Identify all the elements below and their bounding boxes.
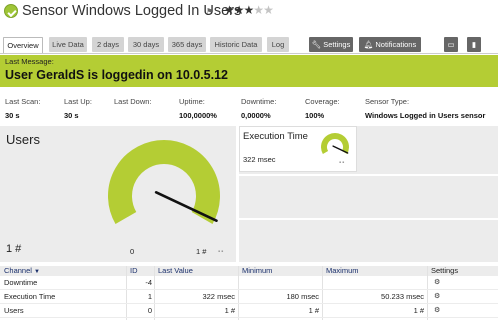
users-gauge-tools[interactable]: ▪▪	[218, 249, 224, 255]
exec-gauge-tools[interactable]: ▪▪	[339, 160, 345, 166]
stat-value: 100%	[305, 111, 325, 120]
cell-last-value: 1 #	[224, 306, 235, 315]
users-gauge-min: 0	[130, 247, 135, 256]
settings-button[interactable]: 🔧︎ Settings	[309, 37, 353, 52]
cell-last-value: 322 msec	[202, 292, 235, 301]
users-gauge-value: 1 #	[6, 243, 22, 255]
star-icon[interactable]: ★	[244, 3, 255, 17]
stat-label: Last Down:	[114, 97, 152, 106]
stat-label: Last Scan:	[5, 97, 41, 106]
exec-time-title: Execution Time	[243, 131, 308, 142]
tab-log[interactable]: Log	[267, 37, 289, 52]
empty-panel-2	[239, 220, 498, 262]
cell-channel[interactable]: Users	[4, 304, 24, 318]
stat-coverage: Coverage: 100%	[305, 97, 340, 120]
tab-30-days[interactable]: 30 days	[128, 37, 164, 52]
table-row[interactable]: Execution Time 1 322 msec 180 msec 50.23…	[0, 290, 498, 304]
users-gauge-arc	[108, 140, 220, 224]
last-message-text: User GeraldS is loggedin on 10.0.5.12	[5, 68, 228, 82]
exec-time-value: 322 msec	[243, 155, 276, 164]
star-icon[interactable]: ★	[253, 3, 264, 17]
stat-value: Windows Logged in Users sensor	[365, 111, 486, 120]
col-channel-label: Channel	[4, 266, 32, 275]
sort-down-icon: ▼	[34, 269, 40, 275]
tab-divider	[0, 53, 498, 54]
tab-overview[interactable]: Overview	[3, 37, 43, 54]
cell-minimum: 180 msec	[286, 292, 319, 301]
col-maximum[interactable]: Maximum	[326, 266, 359, 276]
comment-icon: ▭	[447, 40, 455, 49]
tab-2-days[interactable]: 2 days	[92, 37, 124, 52]
stat-label: Sensor Type:	[365, 97, 410, 106]
stat-label: Uptime:	[179, 97, 205, 106]
gear-icon[interactable]: ⚙	[434, 290, 440, 304]
tab-live-data[interactable]: Live Data	[49, 37, 87, 52]
comment-button[interactable]: ▭	[444, 37, 458, 52]
flag-icon[interactable]: ⚑	[206, 7, 213, 16]
stat-uptime: Uptime: 100,0000%	[179, 97, 217, 120]
cell-id: 1	[147, 292, 152, 301]
cell-id: -4	[145, 278, 152, 287]
priority-stars[interactable]: ★★★★★	[224, 3, 274, 17]
cell-last-value	[154, 276, 235, 290]
last-message-banner: Last Message: User GeraldS is loggedin o…	[0, 55, 498, 87]
cell-maximum: 1 #	[413, 306, 424, 315]
stat-label: Coverage:	[305, 97, 340, 106]
wrench-icon: 🔧︎	[311, 40, 322, 49]
users-gauge-max: 1 #	[196, 247, 207, 256]
cell-id: 0	[147, 306, 152, 315]
cell-channel[interactable]: Execution Time	[4, 290, 55, 304]
table-header: Channel ▼ ID Last Value Minimum Maximum …	[0, 266, 498, 276]
sensor-status-icon	[4, 4, 18, 18]
col-minimum[interactable]: Minimum	[242, 266, 272, 276]
stat-value: 0,0000%	[241, 111, 271, 120]
settings-label: Settings	[323, 40, 351, 49]
users-gauge-title: Users	[6, 132, 40, 147]
cell-channel[interactable]: Downtime	[4, 276, 37, 290]
star-icon[interactable]: ★	[224, 3, 235, 17]
exec-time-gauge	[321, 133, 349, 154]
stat-sensor-type: Sensor Type: Windows Logged in Users sen…	[365, 97, 485, 120]
col-id[interactable]: ID	[130, 266, 138, 276]
cell-maximum	[322, 276, 424, 290]
trash-icon: ▮	[471, 40, 477, 49]
empty-panel-1	[239, 176, 498, 218]
star-icon[interactable]: ★	[234, 3, 245, 17]
col-last-value[interactable]: Last Value	[158, 266, 193, 276]
col-settings: Settings	[431, 266, 459, 275]
cell-minimum: 1 #	[308, 306, 319, 315]
stat-label: Downtime:	[241, 97, 277, 106]
gear-icon[interactable]: ⚙	[434, 304, 440, 318]
cell-minimum	[238, 276, 319, 290]
page-header: Sensor Windows Logged In Users ⚑ ★★★★★	[0, 0, 498, 24]
stat-value: 30 s	[64, 111, 79, 120]
col-channel[interactable]: Channel ▼	[4, 266, 40, 276]
notifications-button[interactable]: 🔔︎ Notifications	[359, 37, 421, 52]
notifications-label: Notifications	[375, 40, 417, 49]
stat-label: Last Up:	[64, 97, 92, 106]
stat-last-scan: Last Scan: 30 s	[5, 97, 40, 120]
users-gauge	[108, 140, 220, 224]
status-stats: Last Scan: 30 s Last Up: 30 s Last Down:…	[0, 97, 498, 121]
delete-button[interactable]: ▮	[467, 37, 481, 52]
star-icon[interactable]: ★	[263, 3, 274, 17]
bell-icon: 🔔︎	[363, 40, 374, 49]
stat-value: 100,0000%	[179, 111, 217, 120]
tab-historic-data[interactable]: Historic Data	[210, 37, 262, 52]
gear-icon[interactable]: ⚙	[434, 276, 440, 290]
table-row[interactable]: Downtime -4 ⚙	[0, 276, 498, 290]
tab-365-days[interactable]: 365 days	[168, 37, 206, 52]
last-message-label: Last Message:	[5, 57, 54, 66]
stat-value: 30 s	[5, 111, 20, 120]
table-row[interactable]: Users 0 1 # 1 # 1 # ⚙	[0, 304, 498, 318]
stat-downtime: Downtime: 0,0000%	[241, 97, 276, 120]
stat-last-down: Last Down:	[114, 97, 152, 111]
stat-last-up: Last Up: 30 s	[64, 97, 92, 120]
cell-maximum: 50.233 msec	[381, 292, 424, 301]
